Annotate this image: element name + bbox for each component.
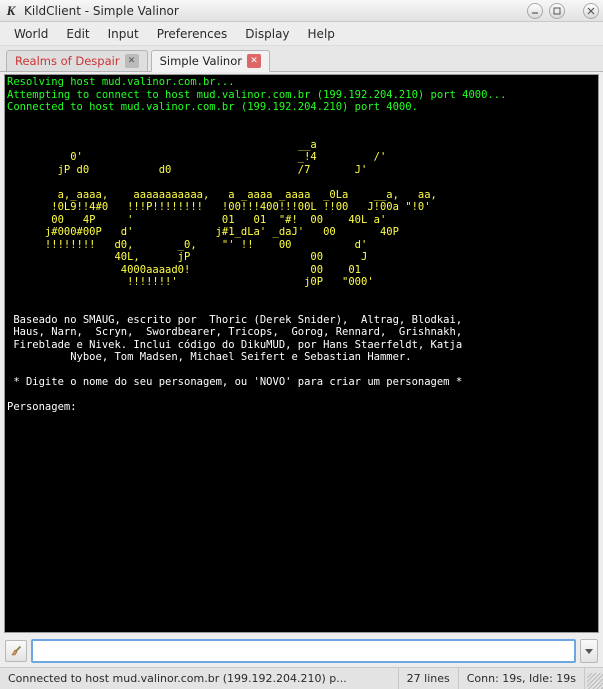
command-input[interactable]: [31, 639, 576, 663]
window-title: KildClient - Simple Valinor: [24, 4, 521, 18]
terminal-line: [7, 289, 596, 302]
terminal-line: !!!!!!!! d0, _0, "' !! 00 d': [7, 239, 596, 252]
maximize-button[interactable]: [549, 3, 565, 19]
status-time: Conn: 19s, Idle: 19s: [459, 668, 585, 689]
terminal-line: [7, 389, 596, 402]
window-titlebar: K KildClient - Simple Valinor: [0, 0, 603, 22]
menu-world[interactable]: World: [6, 24, 56, 44]
terminal-line: [7, 114, 596, 127]
close-window-button[interactable]: [583, 3, 599, 19]
close-icon[interactable]: ✕: [125, 54, 139, 68]
input-history-dropdown[interactable]: [580, 639, 598, 663]
menu-input[interactable]: Input: [100, 24, 147, 44]
status-lines: 27 lines: [399, 668, 459, 689]
terminal-line: [7, 176, 596, 189]
terminal-line: Attempting to connect to host mud.valino…: [7, 89, 596, 102]
terminal-line: Fireblade e Nivek. Inclui código do Diku…: [7, 339, 596, 352]
terminal-line: __a: [7, 139, 596, 152]
menu-edit[interactable]: Edit: [58, 24, 97, 44]
terminal-line: !0L9!!4#0 !!!P!!!!!!!! !00!!!400!!!00L !…: [7, 201, 596, 214]
terminal-line: Haus, Narn, Scryn, Swordbearer, Tricops,…: [7, 326, 596, 339]
terminal-line: [7, 301, 596, 314]
menu-preferences[interactable]: Preferences: [149, 24, 236, 44]
terminal-line: [7, 364, 596, 377]
terminal-line: 0' _!4 /': [7, 151, 596, 164]
close-icon[interactable]: ✕: [247, 54, 261, 68]
terminal-line: Nyboe, Tom Madsen, Michael Seifert e Seb…: [7, 351, 596, 364]
menu-help[interactable]: Help: [300, 24, 343, 44]
statusbar: Connected to host mud.valinor.com.br (19…: [0, 667, 603, 689]
tabbar: Realms of Despair ✕ Simple Valinor ✕: [0, 46, 603, 72]
clear-input-button[interactable]: [5, 640, 27, 662]
terminal-line: * Digite o nome do seu personagem, ou 'N…: [7, 376, 596, 389]
terminal-line: j#000#00P d' j#1_dLa' _daJ' 00 40P: [7, 226, 596, 239]
brush-icon: [9, 644, 23, 658]
terminal-line: Connected to host mud.valinor.com.br (19…: [7, 101, 596, 114]
terminal-line: 00 4P ' 01 01 "#! 00 40L a': [7, 214, 596, 227]
minimize-button[interactable]: [527, 3, 543, 19]
tab-label: Simple Valinor: [160, 54, 242, 68]
terminal-line: jP d0 d0 /7 J': [7, 164, 596, 177]
tab-realms-of-despair[interactable]: Realms of Despair ✕: [6, 50, 148, 71]
terminal-line: 40L, jP 00 J: [7, 251, 596, 264]
menubar: World Edit Input Preferences Display Hel…: [0, 22, 603, 46]
status-connection: Connected to host mud.valinor.com.br (19…: [0, 668, 399, 689]
terminal-line: Baseado no SMAUG, escrito por Thoric (De…: [7, 314, 596, 327]
terminal-output: Resolving host mud.valinor.com.br...Atte…: [5, 75, 598, 415]
app-icon: K: [4, 4, 18, 18]
tab-simple-valinor[interactable]: Simple Valinor ✕: [151, 50, 270, 72]
menu-display[interactable]: Display: [237, 24, 297, 44]
terminal-line: 4000aaaad0! 00 01: [7, 264, 596, 277]
chevron-down-icon: [584, 646, 594, 656]
terminal-line: a,_aaaa, aaaaaaaaaaa, a _aaaa _aaaa _0La…: [7, 189, 596, 202]
terminal-line: [7, 126, 596, 139]
terminal-line: Personagem:: [7, 401, 596, 414]
terminal-scrollback[interactable]: Resolving host mud.valinor.com.br...Atte…: [4, 74, 599, 633]
terminal-line: !!!!!!!' j0P "000': [7, 276, 596, 289]
resize-grip[interactable]: [587, 673, 603, 689]
tab-label: Realms of Despair: [15, 54, 120, 68]
terminal-line: Resolving host mud.valinor.com.br...: [7, 76, 596, 89]
input-bar: [0, 635, 603, 667]
